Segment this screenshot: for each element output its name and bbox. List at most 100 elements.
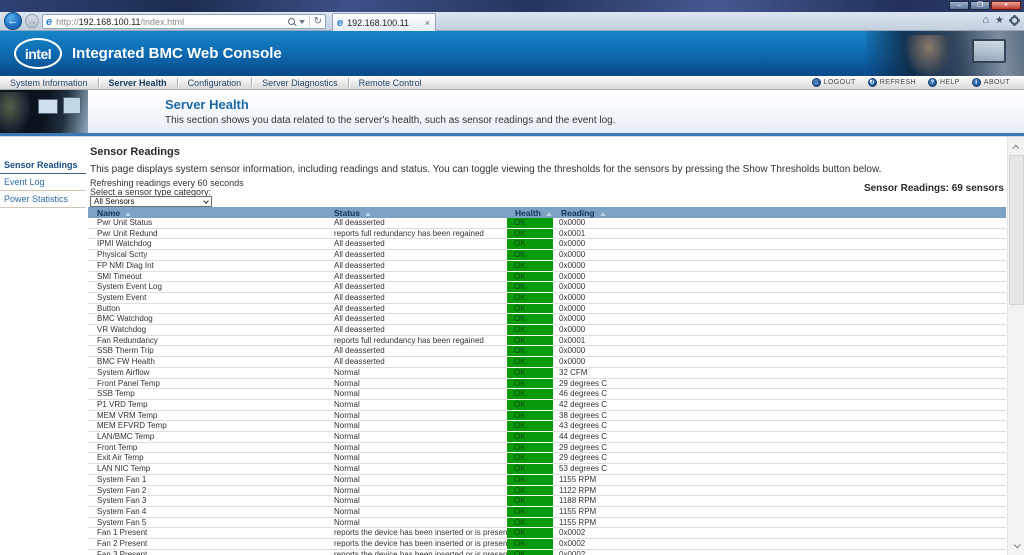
- health-ok-cell: OK: [507, 314, 553, 325]
- scrollbar-thumb[interactable]: [1009, 155, 1024, 305]
- help-button[interactable]: ? HELP: [928, 78, 960, 87]
- sidebar-item-sensor-readings[interactable]: Sensor Readings: [0, 157, 86, 174]
- sort-icon: [125, 212, 131, 216]
- health-ok-cell: OK: [507, 453, 553, 464]
- close-button[interactable]: ×: [991, 1, 1021, 10]
- browser-back-button[interactable]: ←: [4, 12, 22, 30]
- favorites-star-icon[interactable]: ★: [995, 15, 1004, 26]
- sensor-reading: 0x0000: [553, 346, 1006, 357]
- scroll-up-arrow[interactable]: [1008, 139, 1024, 155]
- menu-configuration[interactable]: Configuration: [178, 78, 252, 88]
- refresh-icon[interactable]: ↻: [314, 17, 322, 27]
- sensor-status: All deasserted: [326, 357, 507, 368]
- gear-icon[interactable]: [1010, 16, 1019, 25]
- browser-forward-button[interactable]: →: [25, 14, 39, 28]
- sensor-status: Normal: [326, 453, 507, 464]
- sensor-status: Normal: [326, 464, 507, 475]
- sensor-status: All deasserted: [326, 239, 507, 250]
- column-header-reading[interactable]: Reading: [553, 207, 1006, 218]
- table-row: System Event All deasserted OK 0x0000: [88, 292, 1006, 303]
- sensor-status: All deasserted: [326, 282, 507, 293]
- screen: – ❐ × ← → e http://192.168.100.11/index.…: [0, 0, 1024, 555]
- tab-close-icon[interactable]: ×: [424, 18, 431, 28]
- sensor-name: Front Panel Temp: [88, 378, 326, 389]
- sensor-status: All deasserted: [326, 260, 507, 271]
- sensor-name: Exit Air Temp: [88, 453, 326, 464]
- column-header-name[interactable]: Name: [88, 207, 326, 218]
- table-row: MEM EFVRD Temp Normal OK 43 degrees C: [88, 421, 1006, 432]
- health-ok-cell: OK: [507, 496, 553, 507]
- sensor-reading: 1155 RPM: [553, 506, 1006, 517]
- logout-button[interactable]: → LOGOUT: [812, 78, 856, 87]
- sensor-status: Normal: [326, 410, 507, 421]
- menu-system-information[interactable]: System Information: [0, 78, 98, 88]
- logout-label: LOGOUT: [824, 79, 856, 86]
- sensor-name: Physical Scrty: [88, 250, 326, 261]
- tab-title: 192.168.100.11: [347, 18, 424, 28]
- health-ok-cell: OK: [507, 239, 553, 250]
- health-ok-cell: OK: [507, 399, 553, 410]
- sensor-reading: 0x0002: [553, 528, 1006, 539]
- table-row: Pwr Unit Status All deasserted OK 0x0000: [88, 218, 1006, 228]
- table-row: Exit Air Temp Normal OK 29 degrees C: [88, 453, 1006, 464]
- table-row: P1 VRD Temp Normal OK 42 degrees C: [88, 399, 1006, 410]
- sensor-status: reports the device has been inserted or …: [326, 549, 507, 555]
- sensor-status: reports full redundancy has been regaine…: [326, 335, 507, 346]
- health-ok-cell: OK: [507, 357, 553, 368]
- browser-tab[interactable]: e 192.168.100.11 ×: [332, 13, 436, 31]
- sensor-name: MEM VRM Temp: [88, 410, 326, 421]
- sensor-status: reports the device has been inserted or …: [326, 539, 507, 550]
- sensor-name: System Fan 4: [88, 506, 326, 517]
- sensor-name: VR Watchdog: [88, 325, 326, 336]
- about-icon: i: [972, 78, 981, 87]
- column-header-health[interactable]: Health: [507, 207, 553, 218]
- table-row: LAN NIC Temp Normal OK 53 degrees C: [88, 464, 1006, 475]
- home-icon[interactable]: ⌂: [982, 15, 989, 26]
- banner-photo-monitor: [63, 97, 81, 114]
- health-ok-cell: OK: [507, 378, 553, 389]
- sidebar: Sensor Readings Event Log Power Statisti…: [0, 137, 86, 208]
- autocomplete-dropdown-icon[interactable]: [299, 20, 305, 24]
- maximize-button[interactable]: ❐: [970, 1, 990, 10]
- help-icon: ?: [928, 78, 937, 87]
- refresh-button[interactable]: ↻ REFRESH: [868, 78, 916, 87]
- chevron-down-icon: [203, 198, 209, 204]
- health-ok-cell: OK: [507, 485, 553, 496]
- sensor-name: FP NMI Diag Int: [88, 260, 326, 271]
- table-row: VR Watchdog All deasserted OK 0x0000: [88, 325, 1006, 336]
- sensor-reading: 0x0000: [553, 282, 1006, 293]
- about-button[interactable]: i ABOUT: [972, 78, 1010, 87]
- menu-server-health[interactable]: Server Health: [99, 78, 177, 88]
- sensor-reading: 53 degrees C: [553, 464, 1006, 475]
- sensor-status: Normal: [326, 517, 507, 528]
- sensor-reading: 0x0002: [553, 549, 1006, 555]
- health-ok-cell: OK: [507, 442, 553, 453]
- health-ok-cell: OK: [507, 410, 553, 421]
- window-controls: – ❐ ×: [949, 1, 1021, 10]
- table-row: System Fan 5 Normal OK 1155 RPM: [88, 517, 1006, 528]
- scroll-down-arrow[interactable]: [1008, 537, 1024, 553]
- url-path: /index.html: [141, 17, 185, 27]
- health-ok-cell: OK: [507, 303, 553, 314]
- sensor-reading: 46 degrees C: [553, 389, 1006, 400]
- vertical-scrollbar[interactable]: [1007, 137, 1024, 555]
- menu-remote-control[interactable]: Remote Control: [349, 78, 432, 88]
- search-icon[interactable]: [288, 18, 295, 25]
- sidebar-item-event-log[interactable]: Event Log: [0, 174, 86, 191]
- sensor-name: IPMI Watchdog: [88, 239, 326, 250]
- table-row: LAN/BMC Temp Normal OK 44 degrees C: [88, 432, 1006, 443]
- sensor-category-select[interactable]: All Sensors: [90, 196, 212, 207]
- sidebar-item-power-statistics[interactable]: Power Statistics: [0, 191, 86, 208]
- menu-server-diagnostics[interactable]: Server Diagnostics: [252, 78, 348, 88]
- sensor-reading: 0x0000: [553, 314, 1006, 325]
- address-bar[interactable]: e http://192.168.100.11/index.html ↻: [42, 14, 326, 29]
- sensor-reading: 42 degrees C: [553, 399, 1006, 410]
- table-row: System Fan 2 Normal OK 1122 RPM: [88, 485, 1006, 496]
- table-row: System Fan 3 Normal OK 1188 RPM: [88, 496, 1006, 507]
- column-header-status[interactable]: Status: [326, 207, 507, 218]
- table-row: System Fan 1 Normal OK 1155 RPM: [88, 474, 1006, 485]
- sensor-reading: 0x0000: [553, 271, 1006, 282]
- table-row: Fan 2 Present reports the device has bee…: [88, 539, 1006, 550]
- sensor-status: All deasserted: [326, 292, 507, 303]
- minimize-button[interactable]: –: [949, 1, 969, 10]
